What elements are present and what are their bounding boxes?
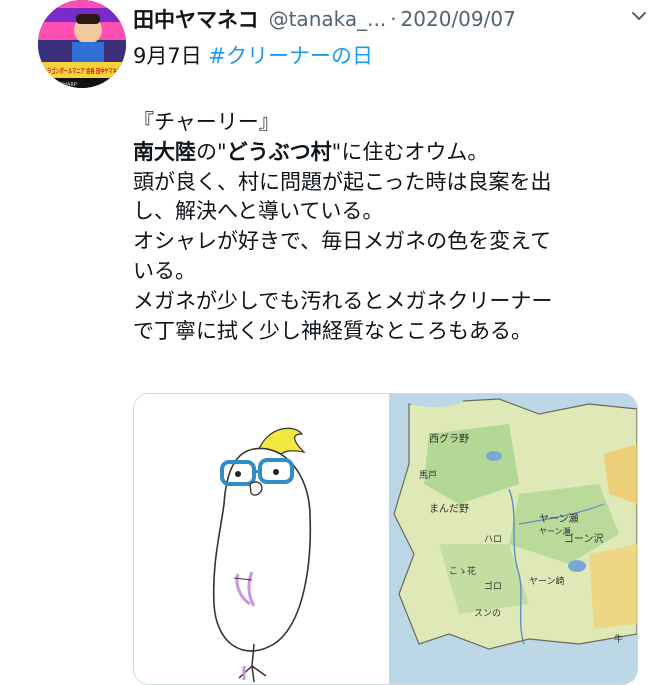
map-label: まんだ野: [429, 503, 469, 515]
map-label: ゴロ: [484, 580, 502, 592]
tweet-line: 『チャーリー』: [133, 108, 633, 138]
avatar-banner-text: ドラゴンボールマニア 会長 田中ヤマネコ: [43, 66, 121, 75]
tweet-line: で丁寧に拭く少し神経質なところもある。: [133, 317, 633, 347]
tweet-media: 西グラ野 ヤーン瀬 ヤーン瀬 まんだ野 馬戸 ハロ ゴーン沢 ゴロ こゝ花 スン…: [133, 393, 638, 685]
map-label: 馬戸: [419, 470, 437, 481]
hashtag-link[interactable]: #クリーナーの日: [208, 44, 373, 68]
map-label: 牛: [614, 633, 623, 645]
tweet-first-line: 9月7日 #クリーナーの日: [133, 40, 373, 70]
tweet-line: メガネが少しでも汚れるとメガネクリーナー: [133, 287, 633, 317]
tweet-line: いる。: [133, 257, 633, 287]
tweet-date[interactable]: 2020/09/07: [401, 7, 516, 31]
tweet-line-text: で丁寧に拭く少し神経質なところもある。: [133, 318, 532, 343]
map-label: ゴーン沢: [564, 532, 604, 545]
tweet-date-text: 9月7日: [133, 44, 202, 68]
map-label: ヤーン崎: [529, 575, 565, 587]
tweet-body: 『チャーリー』 南大陸の"どうぶつ村"に住むオウム。 頭が良く、村に問題が起こっ…: [133, 108, 633, 346]
chevron-down-icon: [632, 12, 646, 20]
tweet-line-bold: 南大陸: [133, 139, 196, 164]
tweet-line-text: "に住むオウム。: [331, 139, 489, 164]
tweet-line-text: の": [196, 139, 227, 164]
avatar[interactable]: ドラゴンボールマニア 会長 田中ヤマネコ SHARP: [38, 0, 126, 88]
tweet-line-text: し、解決へと導いている。: [133, 199, 384, 224]
tweet-line-text: オシャレが好きで、毎日メガネの色を変えて: [133, 229, 552, 254]
tweet-line-text: メガネが少しでも汚れるとメガネクリーナー: [133, 288, 553, 313]
map-label: ハロ: [484, 535, 502, 545]
tweet-line: オシャレが好きで、毎日メガネの色を変えて: [133, 227, 633, 257]
avatar-image: ドラゴンボールマニア 会長 田中ヤマネコ SHARP: [38, 0, 126, 88]
tweet-line-text: 『チャーリー』: [133, 110, 280, 134]
map-label: ヤーン瀬: [539, 513, 579, 525]
tweet-line-bold: どうぶつ村: [226, 139, 332, 164]
avatar-tv-brand: SHARP: [60, 82, 77, 88]
media-image-left[interactable]: [134, 394, 387, 684]
tweet-line: 頭が良く、村に問題が起こった時は良案を出: [133, 168, 633, 198]
map-label: スンの: [474, 609, 501, 619]
tweet-line-text: いる。: [133, 258, 196, 283]
tweet-header: 田中ヤマネコ @tanaka_... · 2020/09/07: [133, 4, 653, 34]
map-label: こゝ花: [449, 565, 476, 577]
tweet-line-text: 頭が良く、村に問題が起こった時は良案を出: [133, 169, 552, 194]
map-illustration: 西グラ野 ヤーン瀬 ヤーン瀬 まんだ野 馬戸 ハロ ゴーン沢 ゴロ こゝ花 スン…: [389, 394, 637, 684]
header-separator: ·: [390, 7, 397, 31]
parrot-illustration: [212, 427, 312, 683]
tweet-line: 南大陸の"どうぶつ村"に住むオウム。: [133, 138, 633, 168]
more-button[interactable]: [621, 2, 657, 30]
display-name[interactable]: 田中ヤマネコ: [133, 4, 259, 34]
map-label: 西グラ野: [429, 432, 469, 445]
tweet-line: し、解決へと導いている。: [133, 197, 633, 227]
handle[interactable]: @tanaka_...: [269, 7, 387, 31]
media-image-right[interactable]: 西グラ野 ヤーン瀬 ヤーン瀬 まんだ野 馬戸 ハロ ゴーン沢 ゴロ こゝ花 スン…: [389, 394, 637, 684]
